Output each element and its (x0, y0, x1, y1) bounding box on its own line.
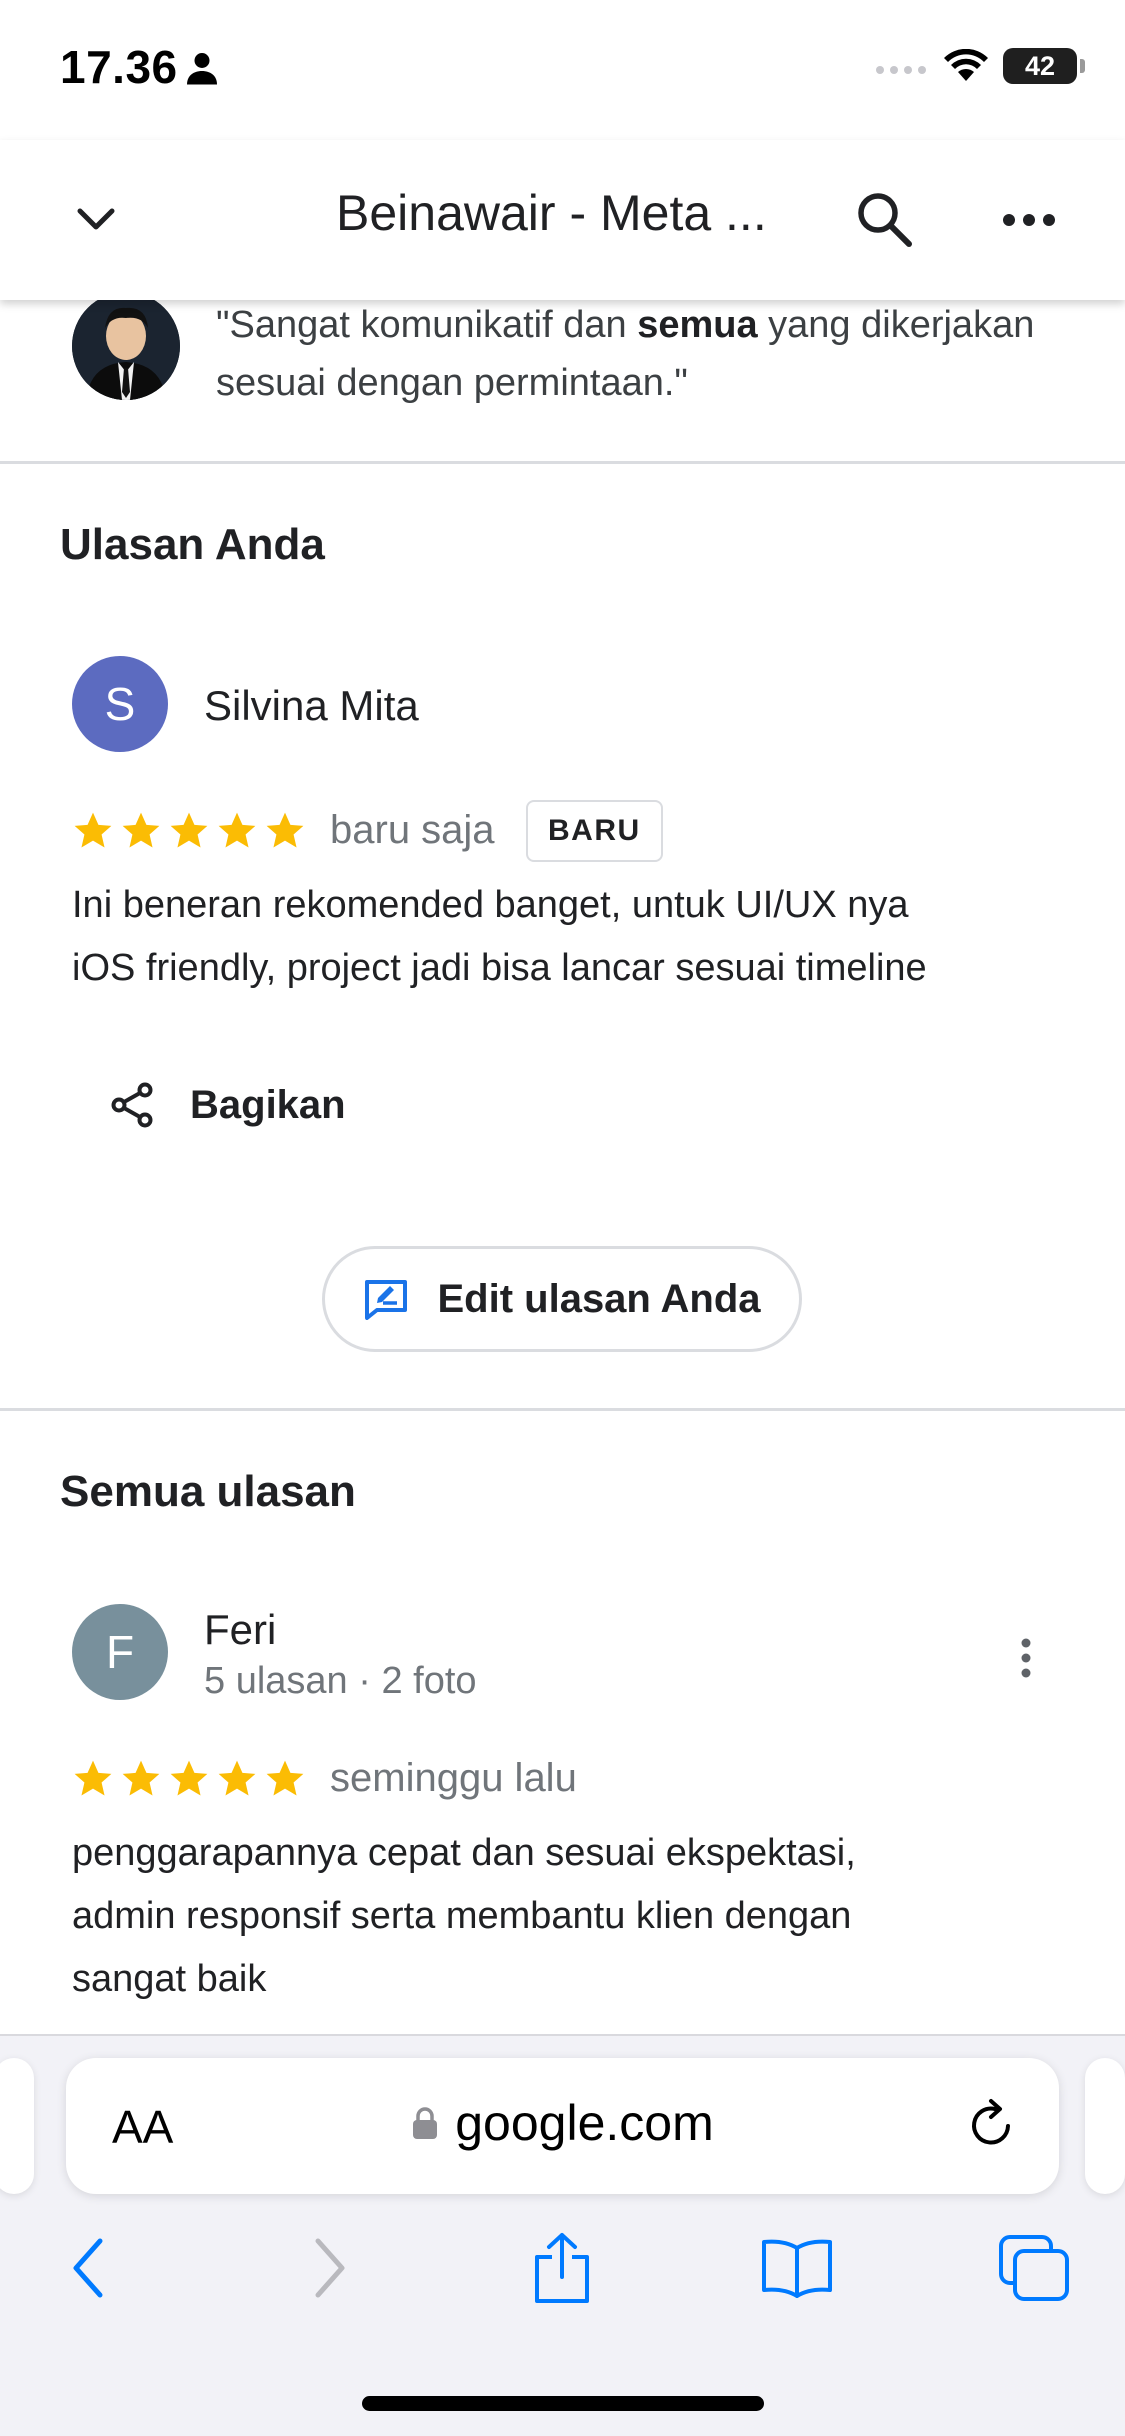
star-icon (266, 812, 304, 848)
share-label: Bagikan (190, 1082, 346, 1127)
status-time: 17.36 (60, 41, 178, 93)
section-title-your-review: Ulasan Anda (60, 520, 325, 569)
star-icon (218, 1760, 256, 1796)
share-sheet-icon[interactable] (522, 2228, 602, 2308)
avatar: S (72, 656, 168, 752)
edit-review-icon (365, 1280, 408, 1320)
previous-tab-preview[interactable] (0, 2058, 34, 2194)
star-rating (72, 1758, 306, 1800)
review-time: baru saja (330, 808, 495, 852)
reviewer-name[interactable]: Feri (204, 1606, 276, 1654)
forward-icon[interactable] (290, 2228, 370, 2308)
new-badge: BARU (526, 800, 663, 862)
edit-review-button[interactable]: Edit ulasan Anda (322, 1246, 802, 1352)
share-icon (111, 1082, 153, 1128)
review-text-line: iOS friendly, project jadi bisa lancar s… (72, 947, 927, 989)
battery-icon: 42 (1003, 48, 1085, 84)
review-text-line: admin responsif serta membantu klien den… (72, 1895, 852, 1937)
section-title-all-reviews: Semua ulasan (60, 1467, 356, 1516)
quote-text-bold: semua (637, 304, 758, 346)
review-text-line: penggarapannya cepat dan sesuai ekspekta… (72, 1832, 856, 1874)
divider (0, 461, 1125, 464)
status-right: 42 (875, 48, 1085, 84)
more-horizontal-icon[interactable] (996, 190, 1062, 250)
signal-icon (876, 66, 926, 74)
quote-avatar (72, 292, 180, 400)
battery-level: 42 (1024, 50, 1056, 81)
tabs-icon[interactable] (994, 2228, 1074, 2308)
review-text-line: Ini beneran rekomended banget, untuk UI/… (72, 884, 909, 926)
divider (0, 1408, 1125, 1411)
url-field[interactable]: google.com (66, 2094, 1059, 2152)
more-vertical-icon[interactable] (1006, 1630, 1046, 1686)
person-icon (187, 53, 217, 85)
back-icon[interactable] (48, 2228, 128, 2308)
review-time: seminggu lalu (330, 1756, 577, 1800)
address-bar[interactable]: AA google.com (66, 2058, 1059, 2194)
bookmarks-icon[interactable] (757, 2228, 837, 2308)
star-icon (170, 812, 208, 848)
quote-text: "Sangat komunikatif dan semua yang diker… (216, 296, 1076, 412)
url-text: google.com (455, 2095, 714, 2151)
review-text: Ini beneran rekomended banget, untuk UI/… (72, 874, 927, 1000)
star-icon (266, 1760, 304, 1796)
lock-icon (413, 2107, 438, 2139)
star-icon (170, 1760, 208, 1796)
review-text: penggarapannya cepat dan sesuai ekspekta… (72, 1822, 856, 2011)
star-icon (74, 812, 112, 848)
next-tab-preview[interactable] (1085, 2058, 1125, 2194)
star-icon (122, 1760, 160, 1796)
reload-icon[interactable] (965, 2096, 1019, 2157)
star-icon (122, 812, 160, 848)
edit-review-label: Edit ulasan Anda (437, 1276, 761, 1321)
review-text-line: sangat baik (72, 1958, 267, 2000)
wifi-icon (944, 49, 988, 81)
reviewer-meta: 5 ulasan · 2 foto (204, 1660, 477, 1702)
reviewer-name: Silvina Mita (204, 682, 419, 729)
search-icon[interactable] (852, 184, 916, 254)
share-button[interactable]: Bagikan (110, 1082, 346, 1128)
home-indicator (362, 2396, 764, 2411)
top-nav: Beinawair - Meta ... (0, 140, 1125, 300)
status-bar: 17.36 42 (0, 0, 1125, 140)
quote-text-pre: "Sangat komunikatif dan (216, 304, 638, 346)
star-rating (72, 810, 306, 852)
star-icon (74, 1760, 112, 1796)
avatar: F (72, 1604, 168, 1700)
page-title: Beinawair - Meta ... (336, 185, 767, 241)
chevron-down-icon[interactable] (66, 190, 126, 250)
star-icon (218, 812, 256, 848)
